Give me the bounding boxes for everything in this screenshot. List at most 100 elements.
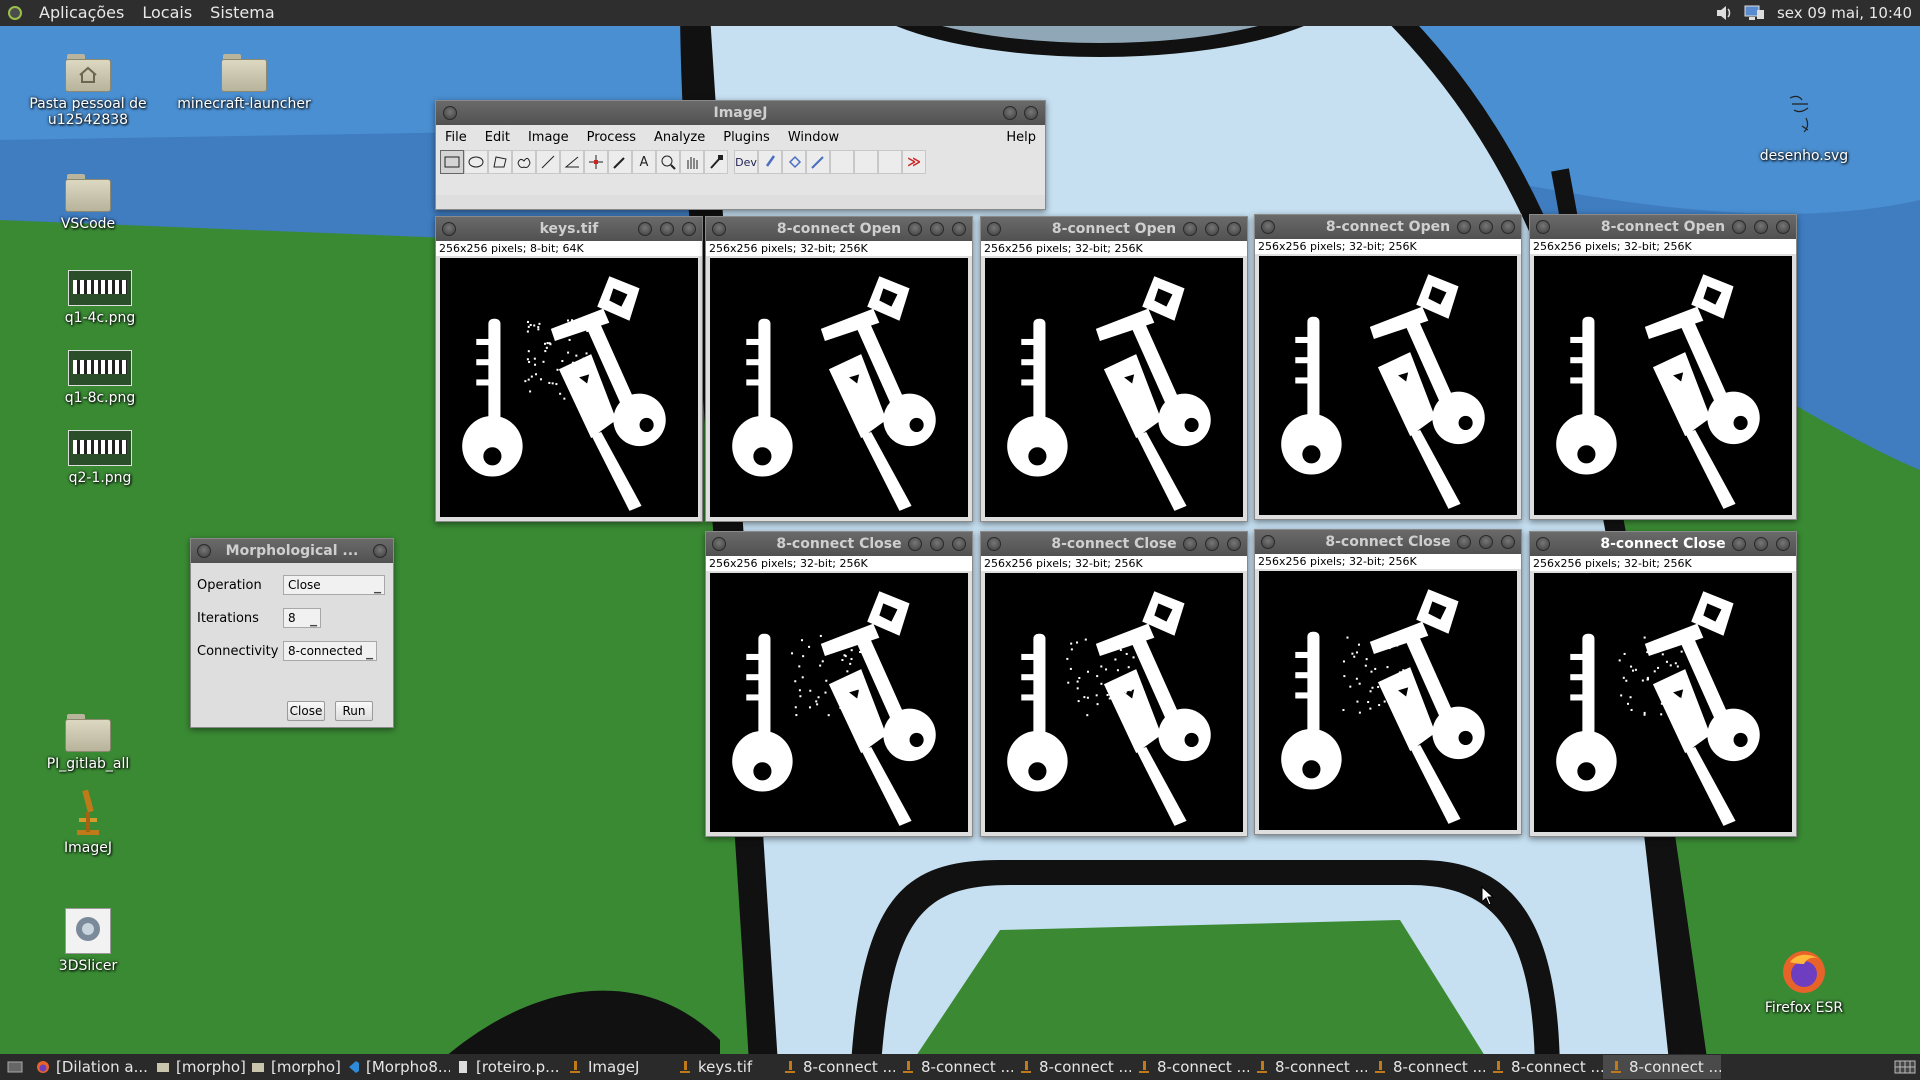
rectangle-tool-icon[interactable] — [440, 150, 464, 174]
distro-logo-icon[interactable] — [4, 4, 26, 22]
minimize-icon[interactable] — [1754, 537, 1768, 551]
image-canvas[interactable] — [1534, 256, 1792, 515]
close-icon[interactable] — [952, 537, 966, 551]
minimize-icon[interactable] — [930, 222, 944, 236]
close-icon[interactable] — [1227, 222, 1241, 236]
imagej-titlebar[interactable]: ImageJ — [436, 101, 1045, 125]
zoom-tool-icon[interactable] — [656, 150, 680, 174]
text-tool-icon[interactable]: A — [632, 150, 656, 174]
taskbar-item[interactable]: 8-connect ... — [777, 1055, 895, 1079]
image-window-titlebar[interactable]: keys.tif — [436, 217, 702, 241]
close-icon[interactable] — [1776, 220, 1790, 234]
desktop-icon-3dslicer[interactable]: 3DSlicer — [18, 908, 158, 974]
window-menu-icon[interactable] — [712, 222, 726, 236]
window-menu-icon[interactable] — [443, 106, 457, 120]
menu-window[interactable]: Window — [779, 130, 848, 145]
image-window-titlebar[interactable]: 8-connect Close — [1255, 530, 1521, 554]
brush-tool-icon[interactable] — [758, 150, 782, 174]
close-button[interactable]: Close — [287, 701, 325, 721]
shade-icon[interactable] — [1183, 222, 1197, 236]
window-menu-icon[interactable] — [1536, 537, 1550, 551]
morphological-titlebar[interactable]: Morphological ... — [191, 539, 393, 563]
shade-icon[interactable] — [1457, 535, 1471, 549]
menu-aplicacoes[interactable]: Aplicações — [30, 0, 133, 26]
workspace-switcher-icon[interactable] — [1894, 1058, 1916, 1076]
angle-tool-icon[interactable] — [560, 150, 584, 174]
taskbar-item[interactable]: [Morpho8.... — [340, 1055, 450, 1079]
blank-tool-icon[interactable] — [854, 150, 878, 174]
volume-icon[interactable] — [1713, 4, 1735, 22]
desktop-icon-home[interactable]: Pasta pessoal de u12542838 — [18, 52, 158, 128]
shade-icon[interactable] — [1457, 220, 1471, 234]
minimize-icon[interactable] — [1754, 220, 1768, 234]
more-tools-icon[interactable]: ≫ — [902, 150, 926, 174]
image-window-titlebar[interactable]: 8-connect Close — [981, 532, 1247, 556]
desktop-icon-vscode[interactable]: VSCode — [18, 172, 158, 232]
taskbar-item[interactable]: keys.tif — [672, 1055, 777, 1079]
image-canvas[interactable] — [985, 258, 1243, 517]
desktop-icon-q1-8c[interactable]: q1-8c.png — [30, 350, 170, 406]
taskbar-item[interactable]: 8-connect ... — [895, 1055, 1013, 1079]
image-window-titlebar[interactable]: 8-connect Open — [706, 217, 972, 241]
shade-icon[interactable] — [1732, 537, 1746, 551]
run-button[interactable]: Run — [335, 701, 373, 721]
taskbar-item[interactable]: ImageJ — [562, 1055, 672, 1079]
connectivity-select[interactable]: 8-connected ▁ — [283, 641, 377, 661]
oval-tool-icon[interactable] — [464, 150, 488, 174]
window-menu-icon[interactable] — [712, 537, 726, 551]
taskbar-item[interactable]: [morpho] — [150, 1055, 245, 1079]
desktop-icon-q2-1[interactable]: q2-1.png — [30, 430, 170, 486]
taskbar-item[interactable]: [morpho] — [245, 1055, 340, 1079]
window-menu-icon[interactable] — [1536, 220, 1550, 234]
line-tool-icon[interactable] — [536, 150, 560, 174]
window-menu-icon[interactable] — [197, 544, 211, 558]
dev-tool-icon[interactable]: Dev — [734, 150, 758, 174]
window-menu-icon[interactable] — [987, 537, 1001, 551]
taskbar-item[interactable]: 8-connect ... — [1367, 1055, 1485, 1079]
minimize-icon[interactable] — [1479, 220, 1493, 234]
image-canvas[interactable] — [1534, 573, 1792, 832]
taskbar-item[interactable]: 8-connect ... — [1013, 1055, 1131, 1079]
desktop-icon-minecraft-launcher[interactable]: minecraft-launcher — [174, 52, 314, 112]
desktop-icon-pi-gitlab-all[interactable]: PI_gitlab_all — [18, 712, 158, 772]
menu-sistema[interactable]: Sistema — [201, 0, 283, 26]
close-icon[interactable] — [952, 222, 966, 236]
close-icon[interactable] — [1227, 537, 1241, 551]
window-menu-icon[interactable] — [442, 222, 456, 236]
image-canvas[interactable] — [1259, 256, 1517, 515]
shade-icon[interactable] — [908, 222, 922, 236]
network-icon[interactable] — [1743, 4, 1765, 22]
menu-process[interactable]: Process — [578, 130, 645, 145]
minimize-icon[interactable] — [1205, 222, 1219, 236]
menu-plugins[interactable]: Plugins — [714, 130, 779, 145]
window-menu-icon[interactable] — [1261, 220, 1275, 234]
minimize-icon[interactable] — [660, 222, 674, 236]
blank-tool-icon[interactable] — [830, 150, 854, 174]
minimize-icon[interactable] — [1479, 535, 1493, 549]
taskbar-item[interactable]: [Dilation a... — [30, 1055, 150, 1079]
close-icon[interactable] — [1776, 537, 1790, 551]
desktop-icon-q1-4c[interactable]: q1-4c.png — [30, 270, 170, 326]
image-canvas[interactable] — [1259, 571, 1517, 830]
point-tool-icon[interactable] — [584, 150, 608, 174]
close-icon[interactable] — [373, 544, 387, 558]
taskbar-item[interactable]: [roteiro.p... — [450, 1055, 562, 1079]
shade-icon[interactable] — [1183, 537, 1197, 551]
shade-icon[interactable] — [908, 537, 922, 551]
desktop-icon-imagej[interactable]: ImageJ — [18, 788, 158, 856]
close-icon[interactable] — [682, 222, 696, 236]
close-icon[interactable] — [1024, 106, 1038, 120]
image-canvas[interactable] — [985, 573, 1243, 832]
wand-tool-icon[interactable] — [608, 150, 632, 174]
menu-edit[interactable]: Edit — [476, 130, 519, 145]
show-desktop-icon[interactable] — [4, 1058, 26, 1076]
pencil-tool-icon[interactable] — [806, 150, 830, 174]
image-canvas[interactable] — [440, 258, 698, 517]
taskbar-item[interactable]: 8-connect ... — [1485, 1055, 1603, 1079]
shade-icon[interactable] — [1732, 220, 1746, 234]
image-window-titlebar[interactable]: 8-connect Open — [981, 217, 1247, 241]
freehand-tool-icon[interactable] — [512, 150, 536, 174]
iterations-select[interactable]: 8 ▁ — [283, 608, 321, 628]
color-picker-tool-icon[interactable] — [704, 150, 728, 174]
flood-fill-tool-icon[interactable] — [782, 150, 806, 174]
